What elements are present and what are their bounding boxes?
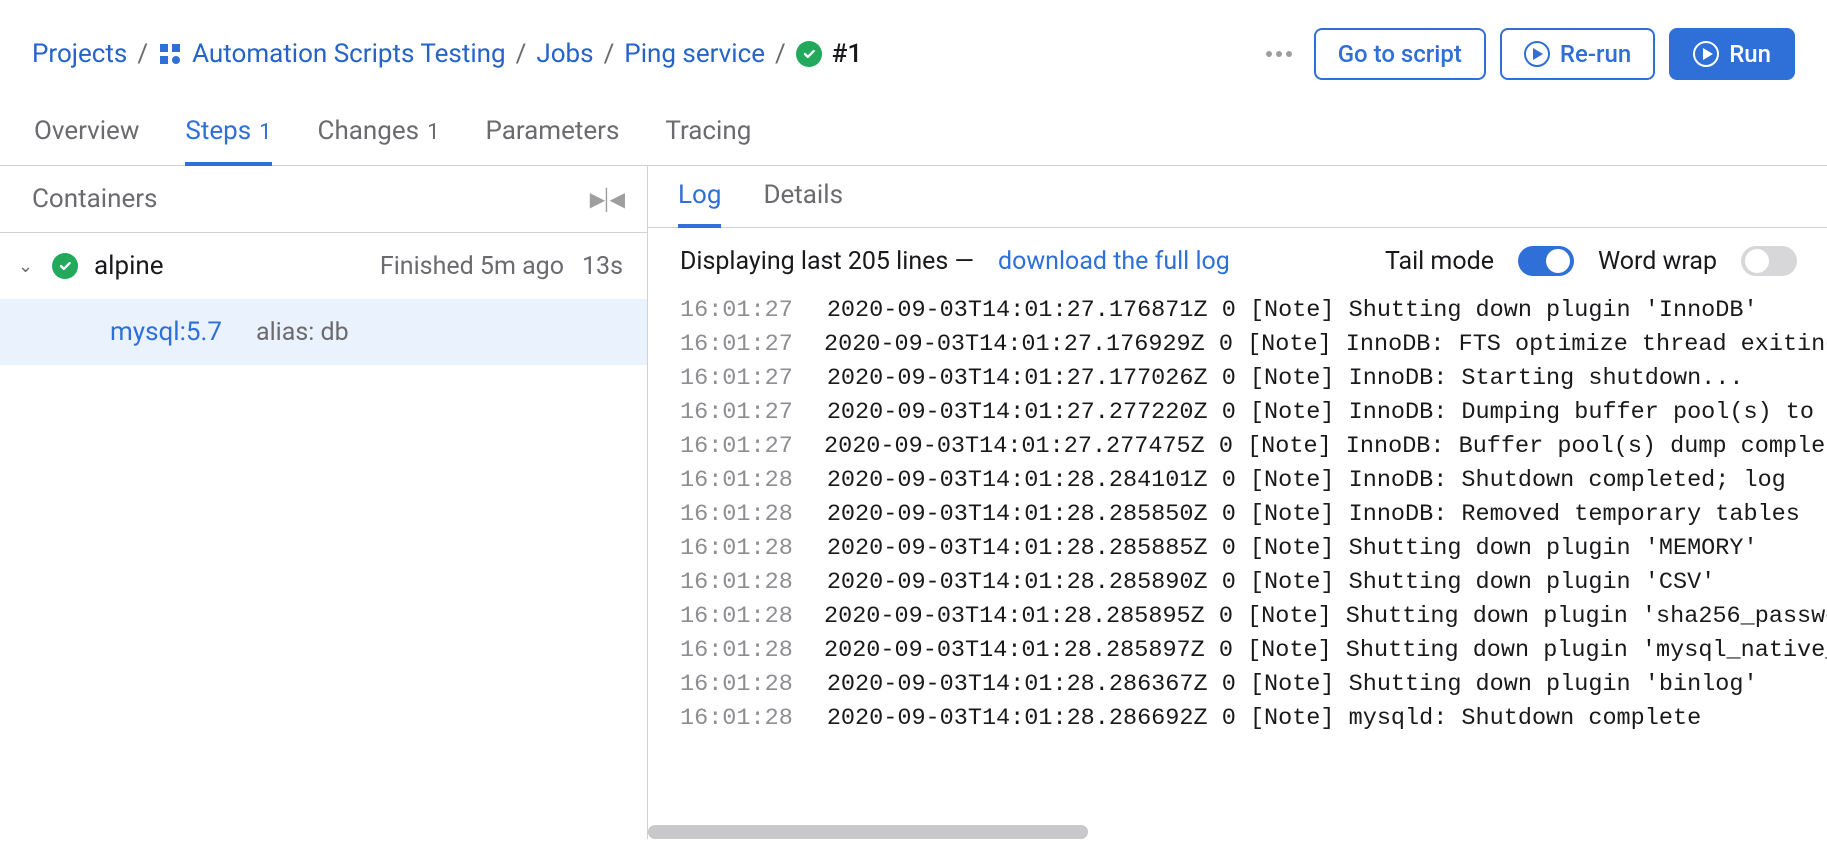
container-duration: 13s <box>582 252 623 281</box>
log-line: 16:01:28 2020-09-03T14:01:28.286367Z 0 [N… <box>680 668 1827 702</box>
log-line: 16:01:28 2020-09-03T14:01:28.285850Z 0 [N… <box>680 498 1827 532</box>
container-child-name: mysql:5.7 <box>110 317 222 347</box>
tail-mode-label: Tail mode <box>1385 247 1494 276</box>
breadcrumb: Projects / Automation Scripts Testing / … <box>32 39 862 69</box>
log-line: 16:01:28 2020-09-03T14:01:28.286692Z 0 [N… <box>680 702 1827 736</box>
log-message: 2020-09-03T14:01:27.176929Z 0 [Note] Inn… <box>824 328 1827 362</box>
log-timestamp: 16:01:27 <box>680 362 793 396</box>
word-wrap-toggle[interactable] <box>1741 246 1797 276</box>
container-name: alpine <box>94 251 164 281</box>
run-button[interactable]: Run <box>1669 28 1795 80</box>
go-to-script-button[interactable]: Go to script <box>1314 28 1486 80</box>
subtab-details[interactable]: Details <box>763 180 843 228</box>
tab-steps-count: 1 <box>259 120 271 145</box>
breadcrumb-projects[interactable]: Projects <box>32 39 127 69</box>
play-icon <box>1524 41 1550 67</box>
log-timestamp: 16:01:28 <box>680 634 790 668</box>
tab-steps[interactable]: Steps 1 <box>185 116 271 166</box>
log-message: 2020-09-03T14:01:28.285890Z 0 [Note] Shu… <box>827 566 1715 600</box>
log-timestamp: 16:01:27 <box>680 294 793 328</box>
tab-tracing[interactable]: Tracing <box>665 116 751 166</box>
tab-overview-label: Overview <box>34 116 139 146</box>
log-line: 16:01:27 2020-09-03T14:01:27.176929Z 0 [N… <box>680 328 1827 362</box>
main-tabs: Overview Steps 1 Changes 1 Parameters Tr… <box>0 94 1827 166</box>
tab-changes-label: Changes <box>318 116 420 146</box>
tab-changes[interactable]: Changes 1 <box>318 116 440 166</box>
log-message: 2020-09-03T14:01:28.284101Z 0 [Note] Inn… <box>827 464 1800 498</box>
log-message: 2020-09-03T14:01:28.286692Z 0 [Note] mys… <box>827 702 1701 736</box>
log-timestamp: 16:01:28 <box>680 464 793 498</box>
log-line: 16:01:27 2020-09-03T14:01:27.277475Z 0 [N… <box>680 430 1827 464</box>
log-message: 2020-09-03T14:01:28.285897Z 0 [Note] Shu… <box>824 634 1827 668</box>
log-line: 16:01:28 2020-09-03T14:01:28.284101Z 0 [N… <box>680 464 1827 498</box>
log-timestamp: 16:01:28 <box>680 702 793 736</box>
tab-tracing-label: Tracing <box>665 116 751 146</box>
log-line: 16:01:28 2020-09-03T14:01:28.285897Z 0 [N… <box>680 634 1827 668</box>
log-timestamp: 16:01:28 <box>680 668 793 702</box>
log-message: 2020-09-03T14:01:28.285885Z 0 [Note] Shu… <box>827 532 1758 566</box>
subtab-log[interactable]: Log <box>678 180 721 228</box>
tab-parameters-label: Parameters <box>485 116 619 146</box>
log-timestamp: 16:01:27 <box>680 396 793 430</box>
log-message: 2020-09-03T14:01:28.285850Z 0 [Note] Inn… <box>827 498 1800 532</box>
tab-overview[interactable]: Overview <box>34 116 139 166</box>
breadcrumb-sep: / <box>516 39 527 69</box>
log-info-text: Displaying last 205 lines — <box>680 247 974 276</box>
log-message: 2020-09-03T14:01:27.177026Z 0 [Note] Inn… <box>827 362 1744 396</box>
breadcrumb-sep: / <box>775 39 786 69</box>
breadcrumb-job[interactable]: Ping service <box>624 39 765 69</box>
word-wrap-label: Word wrap <box>1598 247 1717 276</box>
containers-sidebar: Containers ▶│◀ ⌄ alpine Finished 5m ago 13s… <box>0 166 648 839</box>
rerun-button[interactable]: Re-run <box>1500 28 1655 80</box>
tab-changes-count: 1 <box>427 120 439 145</box>
log-line: 16:01:28 2020-09-03T14:01:28.285890Z 0 [N… <box>680 566 1827 600</box>
collapse-sidebar-icon[interactable]: ▶│◀ <box>590 187 621 212</box>
more-menu-button[interactable] <box>1258 43 1300 65</box>
log-message: 2020-09-03T14:01:27.176871Z 0 [Note] Shu… <box>827 294 1758 328</box>
log-line: 16:01:28 2020-09-03T14:01:28.285885Z 0 [N… <box>680 532 1827 566</box>
log-timestamp: 16:01:27 <box>680 328 790 362</box>
header-actions: Go to script Re-run Run <box>1258 28 1795 80</box>
breadcrumb-jobs[interactable]: Jobs <box>536 39 593 69</box>
log-timestamp: 16:01:28 <box>680 498 793 532</box>
log-message: 2020-09-03T14:01:28.286367Z 0 [Note] Shu… <box>827 668 1758 702</box>
run-label: Run <box>1729 40 1771 68</box>
breadcrumb-project[interactable]: Automation Scripts Testing <box>192 39 506 69</box>
container-row[interactable]: ⌄ alpine Finished 5m ago 13s <box>0 233 647 299</box>
containers-title: Containers <box>32 184 157 214</box>
breadcrumb-sep: / <box>604 39 615 69</box>
horizontal-scrollbar[interactable] <box>648 825 1827 839</box>
tab-parameters[interactable]: Parameters <box>485 116 619 166</box>
status-success-icon <box>796 41 822 67</box>
log-timestamp: 16:01:28 <box>680 600 790 634</box>
log-message: 2020-09-03T14:01:28.285895Z 0 [Note] Shu… <box>824 600 1827 634</box>
log-timestamp: 16:01:28 <box>680 566 793 600</box>
log-controls: Displaying last 205 lines — download the… <box>648 228 1827 288</box>
log-line: 16:01:28 2020-09-03T14:01:28.285895Z 0 [N… <box>680 600 1827 634</box>
log-line: 16:01:27 2020-09-03T14:01:27.176871Z 0 [N… <box>680 294 1827 328</box>
breadcrumb-sep: / <box>137 39 148 69</box>
chevron-down-icon[interactable]: ⌄ <box>18 256 36 277</box>
play-icon <box>1693 41 1719 67</box>
download-full-log-link[interactable]: download the full log <box>998 247 1230 276</box>
rerun-label: Re-run <box>1560 40 1631 68</box>
run-number: #1 <box>832 39 862 69</box>
detail-subtabs: Log Details <box>648 166 1827 228</box>
log-line: 16:01:27 2020-09-03T14:01:27.177026Z 0 [N… <box>680 362 1827 396</box>
status-success-icon <box>52 253 78 279</box>
log-output[interactable]: 16:01:27 2020-09-03T14:01:27.176871Z 0 [N… <box>648 288 1827 825</box>
tail-mode-toggle[interactable] <box>1518 246 1574 276</box>
log-message: 2020-09-03T14:01:27.277475Z 0 [Note] Inn… <box>824 430 1827 464</box>
log-message: 2020-09-03T14:01:27.277220Z 0 [Note] Inn… <box>827 396 1814 430</box>
tab-steps-label: Steps <box>185 116 251 146</box>
log-line: 16:01:27 2020-09-03T14:01:27.277220Z 0 [N… <box>680 396 1827 430</box>
container-child-row[interactable]: mysql:5.7 alias: db <box>0 299 647 365</box>
go-to-script-label: Go to script <box>1338 40 1462 68</box>
container-child-alias: alias: db <box>256 318 349 347</box>
container-finished: Finished 5m ago <box>380 252 564 281</box>
apps-icon <box>158 42 182 66</box>
log-timestamp: 16:01:28 <box>680 532 793 566</box>
log-timestamp: 16:01:27 <box>680 430 790 464</box>
